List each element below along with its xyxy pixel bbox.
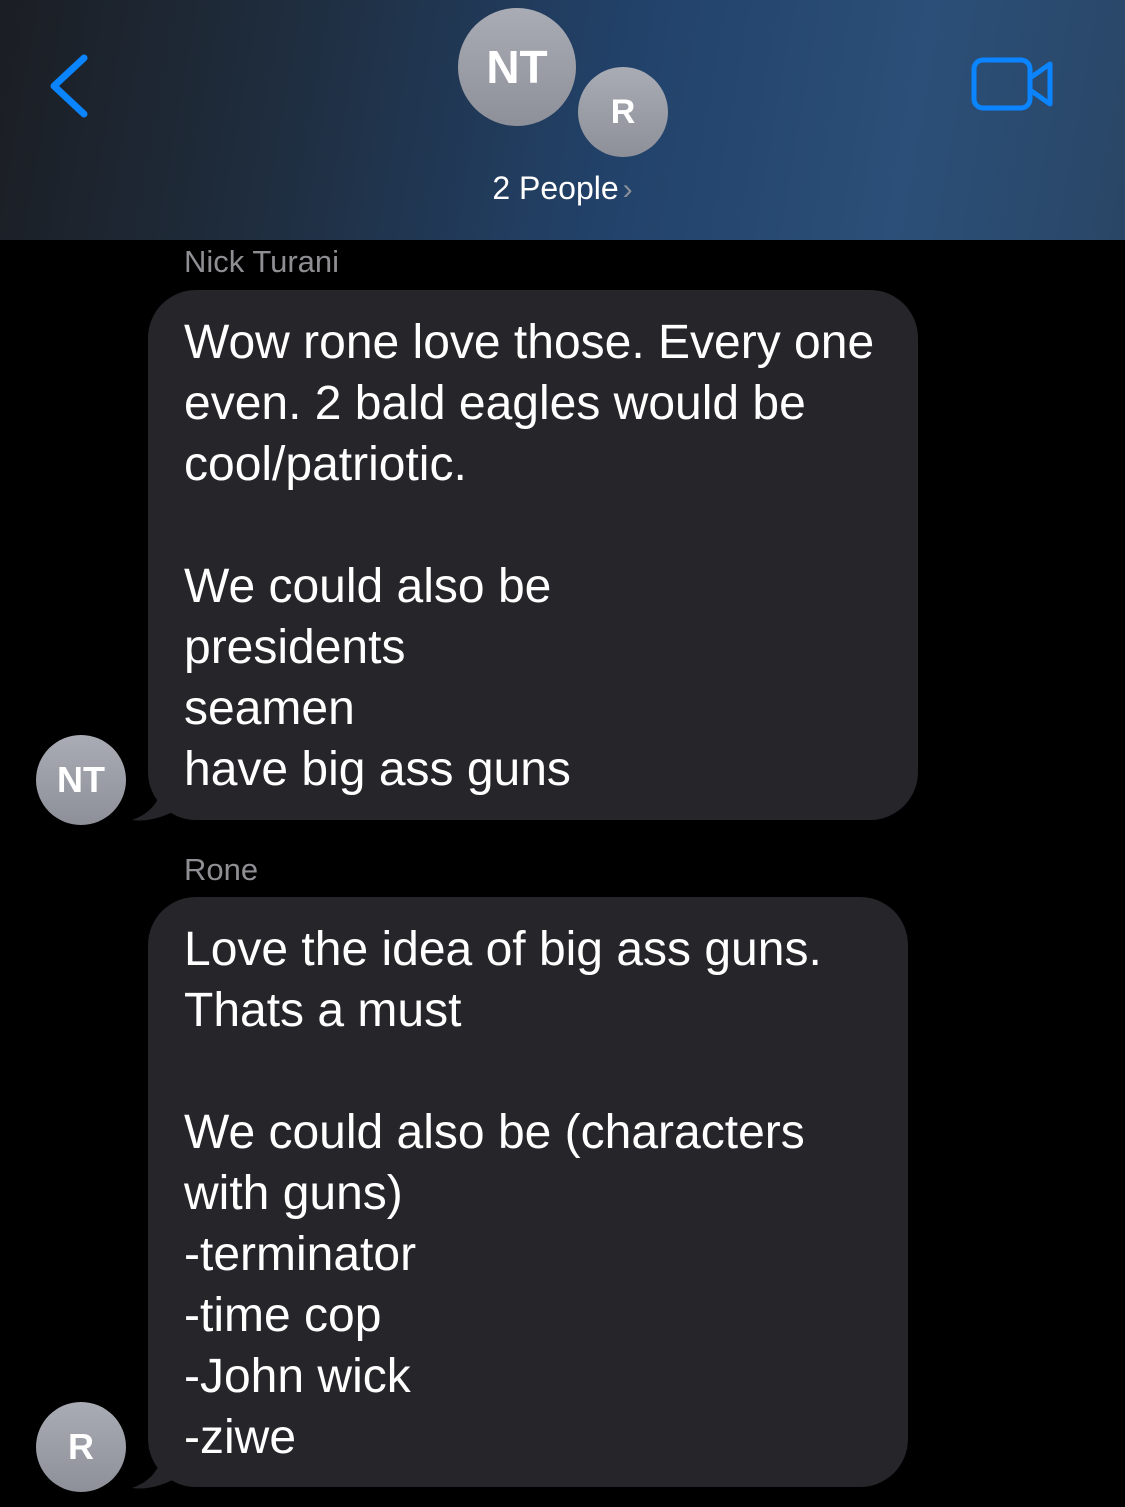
bubble-tail: [132, 782, 176, 821]
bubble-tail: [132, 1450, 176, 1489]
message-bubble[interactable]: Love the idea of big ass guns. Thats a m…: [148, 897, 908, 1487]
group-avatar-nt[interactable]: NT: [458, 8, 576, 126]
video-call-button[interactable]: [968, 52, 1060, 116]
chevron-left-icon: [50, 54, 88, 118]
back-button[interactable]: [40, 44, 100, 124]
people-count-label: 2 People: [492, 170, 619, 206]
group-avatar-r[interactable]: R: [578, 67, 668, 157]
group-details-link[interactable]: 2 People ›: [0, 170, 1125, 207]
video-camera-icon: [971, 57, 1053, 111]
conversation-header: NT R 2 People ›: [0, 0, 1125, 240]
chevron-right-icon: ›: [622, 173, 633, 206]
sender-avatar[interactable]: NT: [36, 735, 126, 825]
sender-avatar[interactable]: R: [36, 1402, 126, 1492]
message-bubble[interactable]: Wow rone love those. Every one even. 2 b…: [148, 290, 918, 820]
sender-name: Rone: [184, 852, 259, 887]
sender-name: Nick Turani: [184, 244, 340, 279]
